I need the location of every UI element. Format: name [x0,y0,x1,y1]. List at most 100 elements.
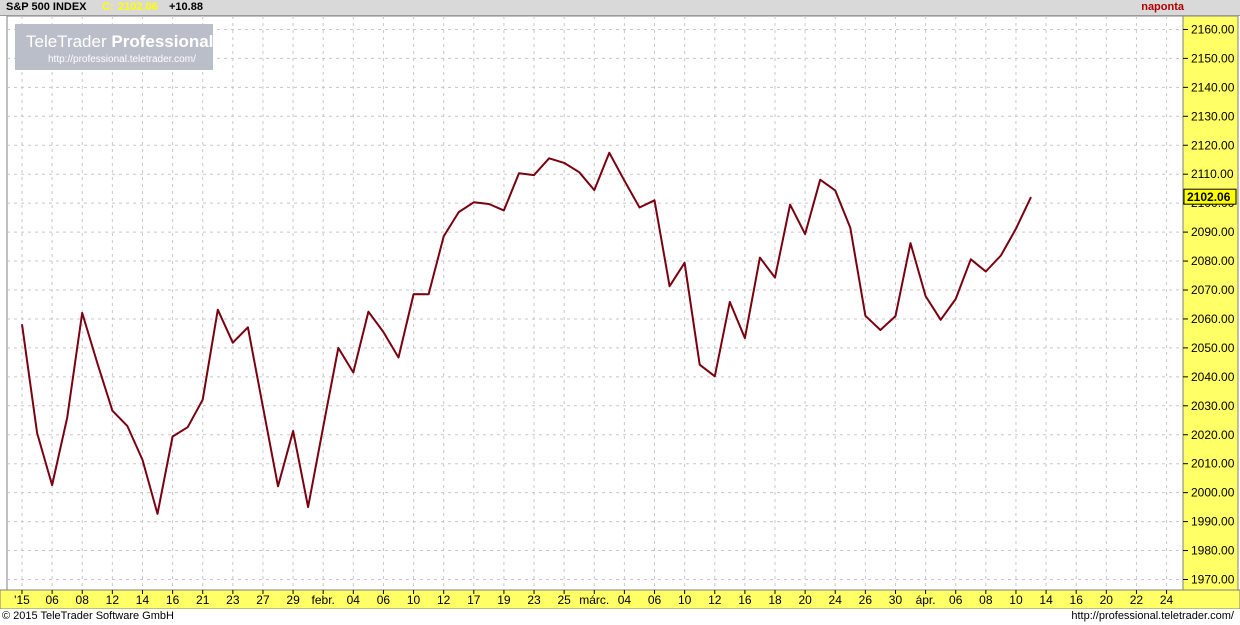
data-point [157,513,159,515]
x-tick-label: 06 [377,593,391,607]
y-tick-label: 2000.00 [1191,486,1235,500]
x-tick-label: 21 [196,593,210,607]
y-axis-panel [1182,16,1239,591]
data-point [985,271,987,273]
data-point [518,172,520,174]
watermark-title: TeleTrader Professional [26,32,213,51]
x-tick-label: 06 [949,593,963,607]
footer-url[interactable]: http://professional.teletrader.com/ [1071,609,1234,623]
data-point [684,262,686,264]
x-tick-label: márc. [579,593,609,607]
y-tick-label: 2070.00 [1191,283,1235,297]
x-tick-label: 08 [979,593,993,607]
data-point [96,362,98,364]
x-tick-label: 12 [708,593,722,607]
data-point [608,152,610,154]
data-point [66,417,68,419]
x-tick-label: 10 [1009,593,1023,607]
x-tick-label: 16 [166,593,180,607]
y-tick-label: 2030.00 [1191,399,1235,413]
data-point [940,319,942,321]
x-tick-label: 10 [678,593,692,607]
data-point [111,410,113,412]
data-point [714,375,716,377]
data-point [187,426,189,428]
y-tick-label: 2130.00 [1191,109,1235,123]
x-tick-label: 04 [618,593,632,607]
x-tick-label: 17 [467,593,481,607]
x-tick-label: 23 [527,593,541,607]
watermark-brand: TeleTrader [26,32,107,51]
chart-header: S&P 500 INDEX C: 2102.06 +10.88 naponta [0,0,1240,16]
x-tick-label: 10 [407,593,421,607]
x-tick-label: 23 [226,593,240,607]
data-point [879,329,881,331]
data-point [669,285,671,287]
change-value: +10.88 [169,1,203,13]
data-point [247,326,249,328]
x-tick-label: 04 [347,593,361,607]
data-point [578,171,580,173]
data-point [925,295,927,297]
y-tick-label: 1970.00 [1191,573,1235,587]
data-point [217,309,219,311]
y-tick-label: 2090.00 [1191,225,1235,239]
close-value: 2102.06 [118,1,158,13]
data-point [126,425,128,427]
data-point [895,315,897,317]
data-point [172,436,174,438]
y-tick-label: 2020.00 [1191,428,1235,442]
data-point [548,157,550,159]
x-tick-label: 26 [859,593,873,607]
period-label[interactable]: naponta [1141,1,1184,14]
data-point [51,484,53,486]
plot-area [6,16,1184,591]
data-point [654,199,656,201]
x-tick-label: 14 [136,593,150,607]
x-tick-label: 24 [829,593,843,607]
data-point [503,209,505,211]
price-chart[interactable]: TeleTrader Professional http://professio… [0,16,1240,609]
data-point [382,331,384,333]
x-tick-label: 16 [1070,593,1084,607]
x-tick-label: 19 [497,593,511,607]
data-point [202,399,204,401]
data-point [458,211,460,213]
copyright-text: © 2015 TeleTrader Software GmbH [2,610,174,622]
data-point [789,204,791,206]
data-point [1015,228,1017,230]
x-tick-label: 27 [256,593,270,607]
data-point [593,189,595,191]
data-point [142,459,144,461]
y-tick-label: 1980.00 [1191,544,1235,558]
data-point [473,201,475,203]
y-tick-label: 1990.00 [1191,515,1235,529]
close-label: C: [102,1,114,13]
close-label-text: C [102,1,110,13]
data-point [744,337,746,339]
x-tick-label: 25 [557,593,571,607]
data-point [322,426,324,428]
x-tick-label: 20 [798,593,812,607]
data-point [413,293,415,295]
data-point [488,203,490,205]
data-point [639,207,641,209]
data-point [623,180,625,182]
data-point [352,372,354,374]
last-price-label: 2102.06 [1187,190,1231,204]
y-tick-label: 2040.00 [1191,370,1235,384]
data-point [81,312,83,314]
data-point [232,342,234,344]
y-axis: 1970.00 1980.00 1990.00 2000.00 2010.00 2020.… [1182,16,1239,591]
watermark-product: Professional [111,32,213,51]
x-tick-label: 29 [286,593,300,607]
data-point [337,347,339,349]
x-tick-label: 06 [45,593,59,607]
data-point [277,485,279,487]
watermark-url: http://professional.teletrader.com/ [48,54,196,65]
x-tick-label: '15 [14,593,30,607]
data-point [955,298,957,300]
x-tick-label: 24 [1160,593,1174,607]
data-point [563,162,565,164]
x-tick-label: 14 [1039,593,1053,607]
